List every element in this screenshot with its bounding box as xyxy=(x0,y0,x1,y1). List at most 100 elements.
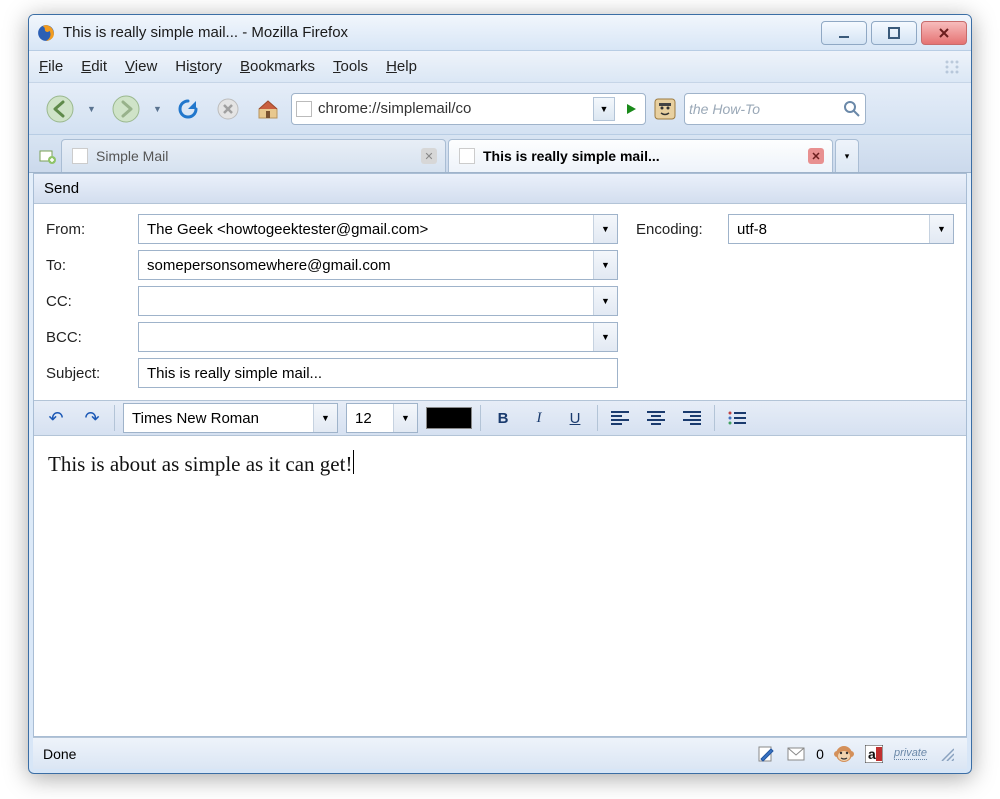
resize-grip-icon[interactable] xyxy=(937,744,957,764)
font-family-value: Times New Roman xyxy=(132,410,313,427)
monkey-icon[interactable] xyxy=(834,744,854,764)
search-box[interactable]: the How-To xyxy=(684,93,866,125)
body-text: This is about as simple as it can get! xyxy=(48,452,352,476)
subject-field[interactable]: This is really simple mail... xyxy=(138,358,618,388)
align-right-button[interactable] xyxy=(678,405,706,431)
toolbar-grip-icon xyxy=(943,58,961,76)
dropdown-icon[interactable]: ▼ xyxy=(313,404,337,432)
to-field[interactable]: somepersonsomewhere@gmail.com ▼ xyxy=(138,250,618,280)
search-icon[interactable] xyxy=(843,100,861,118)
subject-label: Subject: xyxy=(46,365,138,382)
back-dropdown[interactable]: ▼ xyxy=(87,104,99,114)
search-placeholder: the How-To xyxy=(689,101,839,117)
to-value: somepersonsomewhere@gmail.com xyxy=(147,257,593,274)
mail-icon[interactable] xyxy=(786,744,806,764)
back-button[interactable] xyxy=(39,90,81,128)
tab-compose[interactable]: This is really simple mail... ✕ xyxy=(448,139,833,172)
titlebar: This is really simple mail... - Mozilla … xyxy=(29,15,971,51)
encoding-label: Encoding: xyxy=(618,221,728,238)
new-tab-button[interactable] xyxy=(33,139,61,172)
tab-overflow-button[interactable]: ▾ xyxy=(835,139,859,172)
from-label: From: xyxy=(46,221,138,238)
bold-button[interactable]: B xyxy=(489,405,517,431)
menubar: File Edit View History Bookmarks Tools H… xyxy=(29,51,971,83)
compose-toolbar: Send xyxy=(34,174,966,204)
from-field[interactable]: The Geek <howtogeektester@gmail.com> ▼ xyxy=(138,214,618,244)
undo-button[interactable]: ↶ xyxy=(42,405,70,431)
from-value: The Geek <howtogeektester@gmail.com> xyxy=(147,221,593,238)
dropdown-icon[interactable]: ▼ xyxy=(593,215,617,243)
forward-button[interactable] xyxy=(105,90,147,128)
url-text: chrome://simplemail/co xyxy=(318,100,587,117)
compose-pane: Send From: The Geek <howtogeektester@gma… xyxy=(33,173,967,737)
cc-label: CC: xyxy=(46,293,138,310)
url-dropdown[interactable]: ▼ xyxy=(593,97,615,121)
send-button[interactable]: Send xyxy=(44,180,79,197)
separator xyxy=(597,405,598,431)
separator xyxy=(114,405,115,431)
italic-button[interactable]: I xyxy=(525,405,553,431)
tab-label: Simple Mail xyxy=(96,148,168,164)
firefox-icon xyxy=(37,24,55,42)
dropdown-icon[interactable]: ▼ xyxy=(593,323,617,351)
firefox-window: This is really simple mail... - Mozilla … xyxy=(28,14,972,774)
maximize-button[interactable] xyxy=(871,21,917,45)
notepad-icon[interactable] xyxy=(756,744,776,764)
status-text: Done xyxy=(43,746,76,762)
go-button[interactable] xyxy=(621,102,641,116)
menu-view[interactable]: View xyxy=(125,58,157,75)
encoding-value: utf-8 xyxy=(737,221,929,238)
font-color-button[interactable] xyxy=(426,407,472,429)
dropdown-icon[interactable]: ▼ xyxy=(593,251,617,279)
profile-icon[interactable] xyxy=(652,96,678,122)
private-link[interactable]: private xyxy=(894,747,927,760)
font-family-select[interactable]: Times New Roman ▼ xyxy=(123,403,338,433)
menu-file[interactable]: File xyxy=(39,58,63,75)
encoding-field[interactable]: utf-8 ▼ xyxy=(728,214,954,244)
text-caret xyxy=(353,450,354,474)
menu-help[interactable]: Help xyxy=(386,58,417,75)
close-button[interactable] xyxy=(921,21,967,45)
close-tab-icon[interactable]: ✕ xyxy=(808,148,824,164)
message-body[interactable]: This is about as simple as it can get! xyxy=(34,436,966,736)
underline-button[interactable]: U xyxy=(561,405,589,431)
window-title: This is really simple mail... - Mozilla … xyxy=(63,24,348,41)
page-icon xyxy=(296,101,312,117)
menu-edit[interactable]: Edit xyxy=(81,58,107,75)
to-label: To: xyxy=(46,257,138,274)
menu-tools[interactable]: Tools xyxy=(333,58,368,75)
menu-history[interactable]: History xyxy=(175,58,222,75)
redo-button[interactable]: ↷ xyxy=(78,405,106,431)
bcc-label: BCC: xyxy=(46,329,138,346)
reload-button[interactable] xyxy=(171,92,205,126)
menu-bookmarks[interactable]: Bookmarks xyxy=(240,58,315,75)
close-tab-icon[interactable]: ✕ xyxy=(421,148,437,164)
nav-toolbar: ▼ ▼ chrome://simplemail/co ▼ the How-To xyxy=(29,83,971,135)
font-size-select[interactable]: 12 ▼ xyxy=(346,403,418,433)
url-bar[interactable]: chrome://simplemail/co ▼ xyxy=(291,93,646,125)
adblock-icon[interactable]: a xyxy=(864,744,884,764)
tab-label: This is really simple mail... xyxy=(483,148,660,164)
minimize-button[interactable] xyxy=(821,21,867,45)
tab-bar: Simple Mail ✕ This is really simple mail… xyxy=(29,135,971,173)
bcc-field[interactable]: ▼ xyxy=(138,322,618,352)
tab-icon xyxy=(72,148,88,164)
inbox-count: 0 xyxy=(816,746,824,762)
align-left-button[interactable] xyxy=(606,405,634,431)
list-button[interactable] xyxy=(723,405,751,431)
forward-dropdown[interactable]: ▼ xyxy=(153,104,165,114)
dropdown-icon[interactable]: ▼ xyxy=(393,404,417,432)
tab-simple-mail[interactable]: Simple Mail ✕ xyxy=(61,139,446,172)
dropdown-icon[interactable]: ▼ xyxy=(929,215,953,243)
stop-button[interactable] xyxy=(211,92,245,126)
headers-grid: From: The Geek <howtogeektester@gmail.co… xyxy=(34,204,966,400)
cc-field[interactable]: ▼ xyxy=(138,286,618,316)
font-size-value: 12 xyxy=(355,410,393,427)
tab-icon xyxy=(459,148,475,164)
align-center-button[interactable] xyxy=(642,405,670,431)
home-button[interactable] xyxy=(251,92,285,126)
subject-value: This is really simple mail... xyxy=(147,365,322,382)
status-bar: Done 0 a private xyxy=(33,737,967,769)
format-toolbar: ↶ ↷ Times New Roman ▼ 12 ▼ B I U xyxy=(34,400,966,436)
dropdown-icon[interactable]: ▼ xyxy=(593,287,617,315)
